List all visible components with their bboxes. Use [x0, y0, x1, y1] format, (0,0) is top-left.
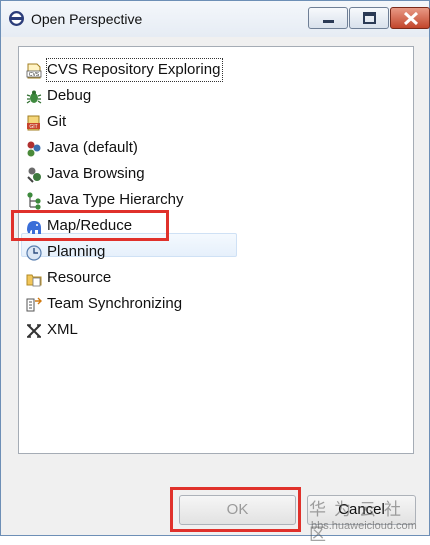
cvs-icon: CVS: [26, 63, 42, 79]
list-item-label: Git: [47, 113, 67, 130]
list-item-label: Java (default): [47, 139, 138, 156]
ok-highlight-box: [170, 487, 301, 532]
cancel-button[interactable]: Cancel: [307, 495, 416, 525]
close-icon: [403, 11, 419, 26]
java-icon: [27, 141, 41, 157]
close-button[interactable]: [390, 7, 430, 29]
list-item-label: XML: [47, 321, 78, 338]
maximize-button[interactable]: [349, 7, 389, 29]
debug-bug-icon: [26, 90, 42, 104]
list-item-label: Planning: [47, 243, 106, 260]
perspective-list[interactable]: CVS CVS Repository Exploring Debug GIT G…: [18, 46, 414, 454]
title-bar: Open Perspective: [1, 1, 430, 37]
list-item-label: Java Browsing: [47, 165, 145, 182]
planning-icon: [26, 245, 42, 261]
map-reduce-highlight-box: [11, 210, 169, 241]
minimize-button[interactable]: [308, 7, 348, 29]
svg-text:GIT: GIT: [29, 124, 37, 130]
window-title: Open Perspective: [31, 11, 143, 27]
list-item-label: Team Synchronizing: [47, 295, 183, 312]
list-item-label: Debug: [47, 87, 92, 104]
type-hierarchy-icon: [27, 192, 41, 210]
git-icon: GIT: [27, 115, 40, 131]
list-item-label: Resource: [47, 269, 112, 286]
svg-text:CVS: CVS: [29, 72, 40, 78]
list-item-label: Java Type Hierarchy: [47, 191, 184, 208]
maximize-icon: [363, 12, 376, 24]
team-sync-icon: [26, 297, 42, 312]
perspective-icon: [9, 11, 24, 26]
xml-icon: [27, 324, 41, 338]
resource-folder-icon: [26, 274, 42, 287]
list-item-label: CVS Repository Exploring: [45, 58, 224, 82]
minimize-icon: [323, 20, 334, 23]
open-perspective-dialog: Open Perspective CVS CVS Repository Expl…: [0, 0, 430, 545]
java-browsing-icon: [27, 167, 41, 183]
